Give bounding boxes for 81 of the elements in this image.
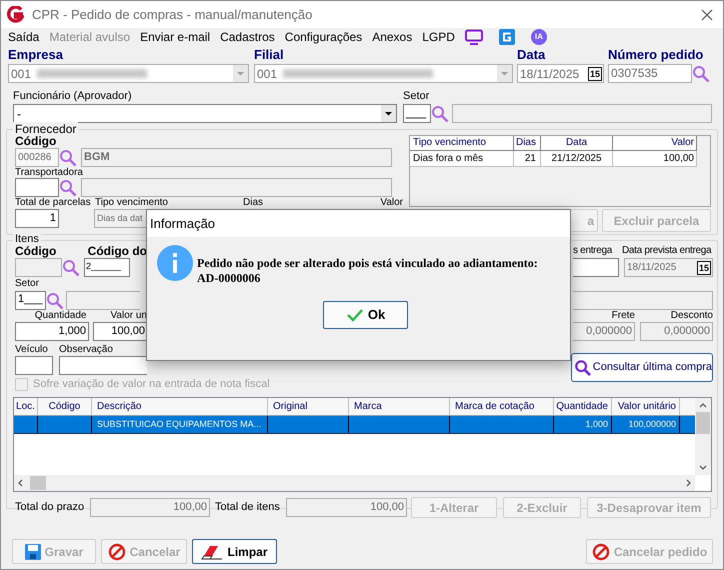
field-label: Código do [88, 245, 147, 257]
menu-item[interactable]: Configurações [284, 28, 362, 46]
group-title: Fornecedor [13, 122, 78, 136]
field-label: Frete [612, 310, 635, 321]
field-label: Filial [254, 47, 284, 62]
column-header[interactable]: Loc. [14, 398, 38, 415]
field-label: Funcionário (Aprovador) [13, 90, 132, 102]
column-header[interactable]: Tipo vencimento [410, 136, 514, 150]
field-label: Transportadora [15, 167, 83, 178]
field-label: Dias [243, 197, 264, 208]
column-header[interactable]: Valor unitário [612, 398, 680, 415]
field-label: Total de parcelas [15, 197, 91, 208]
table-row[interactable]: SUBSTITUICAO EQUIPAMENTOS MA... 1,000 100,000000 [14, 416, 695, 434]
field-label: s entrega [573, 245, 612, 256]
table-cell: 21 [514, 151, 541, 166]
column-header[interactable]: Quantidade [554, 398, 612, 415]
input-field[interactable]: 0,000000 [573, 322, 635, 341]
input-field[interactable]: 100,00 [93, 322, 147, 341]
input-field[interactable]: Dias da dat [94, 209, 146, 228]
menu-item[interactable]: Cadastros [220, 28, 275, 46]
field-label: Veículo [15, 344, 48, 355]
order-number-field[interactable]: 0307535 [608, 64, 692, 83]
field-label: Número pedido [608, 47, 704, 62]
total-label: Total do prazo [15, 501, 84, 514]
table-cell: Dias fora o mês [410, 151, 514, 166]
action-button[interactable]: Limpar [192, 539, 277, 564]
last-purchase-button[interactable]: Consultar última compra [571, 353, 713, 382]
field-label: Data prevista entrega [622, 245, 712, 257]
input-field[interactable]: BGM [81, 148, 392, 167]
column-header[interactable]: Descrição [92, 398, 268, 415]
checkbox-label: Sofre variação de valor na entrada de nota fiscal [33, 377, 270, 392]
table-cell: SUBSTITUICAO EQUIPAMENTOS MA... [92, 416, 268, 433]
date-field[interactable]: 18/11/2025 15 [624, 258, 713, 277]
input-field[interactable]: 2______ [84, 258, 130, 277]
field-label: Quantidade [34, 310, 86, 321]
window-title: CPR - Pedido de compras - manual/manutenção [32, 6, 312, 24]
company-combobox[interactable]: 001 [8, 64, 249, 83]
table-cell: 100,000000 [612, 416, 680, 433]
input-field[interactable]: 000286 [15, 148, 59, 167]
group-title: Itens [13, 234, 41, 245]
table-cell: 21/12/2025 [541, 151, 613, 166]
table-cell: 1,000 [554, 416, 612, 433]
column-header[interactable]: Dias [514, 136, 541, 150]
input-field[interactable]: ___ [403, 104, 431, 123]
column-header[interactable]: Original [268, 398, 349, 415]
field-label: Empresa [8, 47, 63, 62]
total-field: 100,00 [90, 498, 210, 517]
calendar-button[interactable]: 15 [697, 260, 711, 274]
dialog-title: Informação [150, 214, 216, 233]
field-label: Código [15, 244, 56, 258]
column-header[interactable]: Marca [349, 398, 450, 415]
date-field[interactable]: 18/11/2025 15 [517, 64, 604, 83]
field-label: Desconto [670, 310, 713, 321]
column-header[interactable]: Marca de cotação [450, 398, 554, 415]
input-field[interactable]: 0,000000 [640, 322, 713, 341]
dialog-message: Pedido não pode ser alterado pois está vinculado ao adiantamento: AD-0000006 [197, 256, 539, 286]
input-field[interactable]: 1___ [15, 291, 46, 310]
menu-item[interactable]: Enviar e-mail [140, 28, 210, 46]
calendar-button[interactable]: 15 [588, 66, 602, 80]
column-header[interactable]: Código [38, 398, 92, 415]
ok-button[interactable]: Ok [323, 301, 408, 329]
field-label: Setor [403, 90, 430, 103]
table-cell: 100,00 [613, 151, 697, 166]
input-field[interactable]: 1 [15, 209, 59, 228]
total-label: Total de itens [215, 501, 280, 514]
input-field[interactable]: 1,000 [15, 322, 89, 341]
branch-combobox[interactable]: 001 [254, 64, 513, 83]
column-header[interactable]: Valor [613, 136, 697, 150]
menu-item[interactable]: Anexos [372, 28, 412, 46]
total-field: 100,00 [286, 498, 407, 517]
menu-item[interactable]: Saída [8, 28, 40, 46]
field-label: Tipo vencimento [95, 197, 168, 208]
field-label: Setor [15, 278, 39, 289]
field-label: Data [517, 47, 546, 62]
menu-item[interactable]: LGPD [422, 28, 455, 46]
column-header[interactable]: Data [541, 136, 613, 150]
field-label: Código [15, 134, 56, 148]
employee-combobox[interactable]: - [13, 104, 397, 123]
ai-badge[interactable]: IA [530, 28, 547, 44]
field-label: Observação [59, 344, 113, 356]
field-label: Valor [380, 197, 403, 208]
